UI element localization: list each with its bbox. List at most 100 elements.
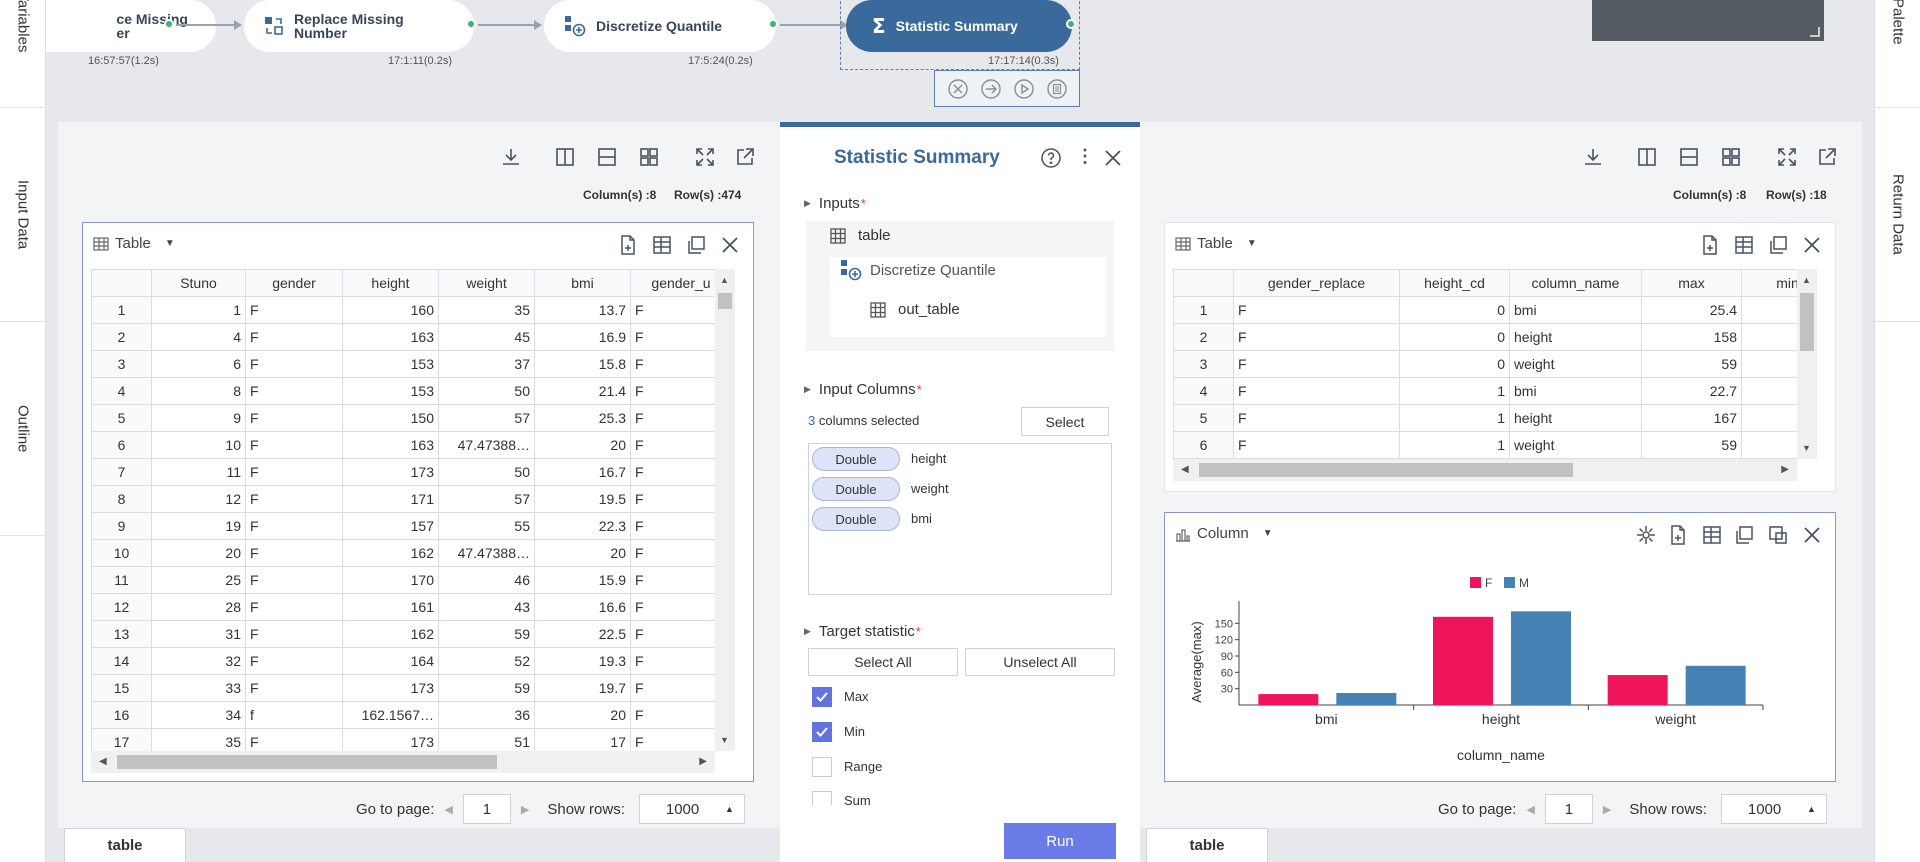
grid-layout-icon[interactable] [1720,146,1742,168]
cancel-icon[interactable] [947,78,969,100]
rail-tab-palette[interactable]: Palette [1875,0,1920,108]
download-icon[interactable] [500,146,522,168]
flow-node-replace-missing-char[interactable]: ce Missing er [46,0,216,52]
scroll-down-icon[interactable]: ▼ [720,735,729,745]
table-row[interactable]: 6 10 F 163 47.47388… 20 F [91,431,732,459]
scroll-left-icon[interactable]: ◀ [99,756,107,767]
chart-settings-icon[interactable] [1635,524,1657,546]
view-type-selector[interactable]: Table ▼ [1175,235,1257,252]
checkbox-range[interactable] [812,757,832,777]
tab-table-right[interactable]: table [1146,828,1268,862]
scroll-up-icon[interactable]: ▲ [720,275,729,285]
new-document-icon[interactable] [1667,524,1689,546]
table-row[interactable]: 16 34 f 162.1567… 36 20 F [91,701,732,729]
table-row[interactable]: 4 8 F 153 50 21.4 F [91,377,732,405]
fullscreen-icon[interactable] [1776,146,1798,168]
target-statistic-section-header[interactable]: ▶ Target statistic * [804,623,921,640]
page-input[interactable]: 1 [462,794,511,824]
fullscreen-icon[interactable] [694,146,716,168]
help-icon[interactable] [1040,147,1062,169]
play-icon[interactable] [1013,78,1035,100]
scroll-down-icon[interactable]: ▼ [1802,443,1811,453]
flow-node-replace-missing-number[interactable]: Replace Missing Number [244,0,474,52]
table-row[interactable]: 11 25 F 170 46 15.9 F [91,566,732,594]
output-port[interactable] [768,19,778,29]
column-header[interactable]: column_name [1509,269,1642,297]
vertical-scrollbar[interactable]: ▲ ▼ [715,269,735,751]
table-row[interactable]: 17 35 F 173 51 17 F [91,728,732,751]
more-options-icon[interactable]: ⋮ [1076,145,1094,167]
next-page-icon[interactable]: ▶ [1603,803,1611,816]
copy-icon[interactable] [685,234,707,256]
scroll-right-icon[interactable]: ▶ [1781,464,1789,475]
close-icon[interactable] [1801,234,1823,256]
table-row[interactable]: 1 1 F 160 35 13.7 F [91,296,732,324]
tab-table-left[interactable]: table [64,828,186,862]
clipboard-icon[interactable] [1046,78,1068,100]
table-row[interactable]: 7 11 F 173 50 16.7 F [91,458,732,486]
scroll-thumb[interactable] [1199,463,1573,477]
column-header[interactable]: Stuno [151,269,246,297]
table-row[interactable]: 12 28 F 161 43 16.6 F [91,593,732,621]
select-columns-button[interactable]: Select [1021,407,1109,436]
table-row[interactable]: 13 31 F 162 59 22.5 F [91,620,732,648]
horizontal-scrollbar[interactable]: ◀ ▶ [91,751,715,773]
copy-icon[interactable] [1733,524,1755,546]
resize-handle-icon[interactable] [1810,27,1820,37]
column-header[interactable]: weight [438,269,535,297]
checkbox-min[interactable] [812,722,832,742]
table-row[interactable]: 2 4 F 163 45 16.9 F [91,323,732,351]
grid-layout-icon[interactable] [638,146,660,168]
scroll-thumb[interactable] [1800,293,1814,351]
prev-page-icon[interactable]: ◀ [444,803,452,816]
view-type-selector[interactable]: Column ▼ [1175,525,1273,542]
table-settings-icon[interactable] [1701,524,1723,546]
table-row[interactable]: 5 9 F 150 57 25.3 F [91,404,732,432]
table-row[interactable]: 4F1bmi22.71 [1173,377,1817,405]
page-input[interactable]: 1 [1544,794,1593,824]
unselect-all-button[interactable]: Unselect All [965,648,1115,676]
table-row[interactable]: 5 F 1 height 167 [1173,404,1817,432]
close-icon[interactable] [1102,147,1124,169]
download-icon[interactable] [1582,146,1604,168]
rows-per-page-select[interactable]: 1000 ▲ [1720,794,1827,824]
branch-icon[interactable] [980,78,1002,100]
rail-tab-input-data[interactable]: Input Data [0,108,46,322]
column-header[interactable]: gender_replace [1233,269,1400,297]
new-document-icon[interactable] [1699,234,1721,256]
new-document-icon[interactable] [617,234,639,256]
output-port[interactable] [466,19,476,29]
duplicate-icon[interactable] [1767,524,1789,546]
rail-tab-return-data[interactable]: Return Data [1875,108,1920,322]
table-row[interactable]: 2 F 0 height 158 [1173,323,1817,351]
column-header[interactable]: bmi [534,269,631,297]
next-page-icon[interactable]: ▶ [521,803,529,816]
minimap[interactable] [1592,0,1824,41]
inputs-section-header[interactable]: ▶ Inputs * [804,195,866,212]
view-type-selector[interactable]: Table ▼ [93,235,175,252]
column-header[interactable]: height_cd [1399,269,1510,297]
checkbox-sum[interactable] [812,791,832,805]
table-row[interactable]: 15 33 F 173 59 19.7 F [91,674,732,702]
output-port[interactable] [164,19,174,29]
input-columns-section-header[interactable]: ▶ Input Columns * [804,381,922,398]
flow-node-discretize-quantile[interactable]: Discretize Quantile [544,0,776,52]
open-external-icon[interactable] [1816,146,1838,168]
copy-icon[interactable] [1767,234,1789,256]
table-row[interactable]: 3 F 0 weight 59 [1173,350,1817,378]
horizontal-scrollbar[interactable]: ◀ ▶ [1173,459,1797,481]
close-icon[interactable] [719,234,741,256]
flow-node-statistic-summary[interactable]: Σ Statistic Summary [846,0,1072,52]
scroll-thumb[interactable] [718,293,732,309]
table-row[interactable]: 14 32 F 164 52 19.3 F [91,647,732,675]
table-row[interactable]: 1 F 0 bmi 25.4 [1173,296,1817,324]
rail-tab-outline[interactable]: Outline [0,322,46,536]
table-settings-icon[interactable] [1733,234,1755,256]
scroll-thumb[interactable] [117,755,497,769]
table-row[interactable]: 10 20 F 162 47.47388… 20 F [91,539,732,567]
split-vertical-icon[interactable] [554,146,576,168]
rail-tab-variables[interactable]: Variables [0,0,46,108]
output-port[interactable] [1066,19,1076,29]
tree-item-discretize-quantile[interactable]: Discretize Quantile [840,259,996,281]
column-header[interactable]: gender [245,269,343,297]
